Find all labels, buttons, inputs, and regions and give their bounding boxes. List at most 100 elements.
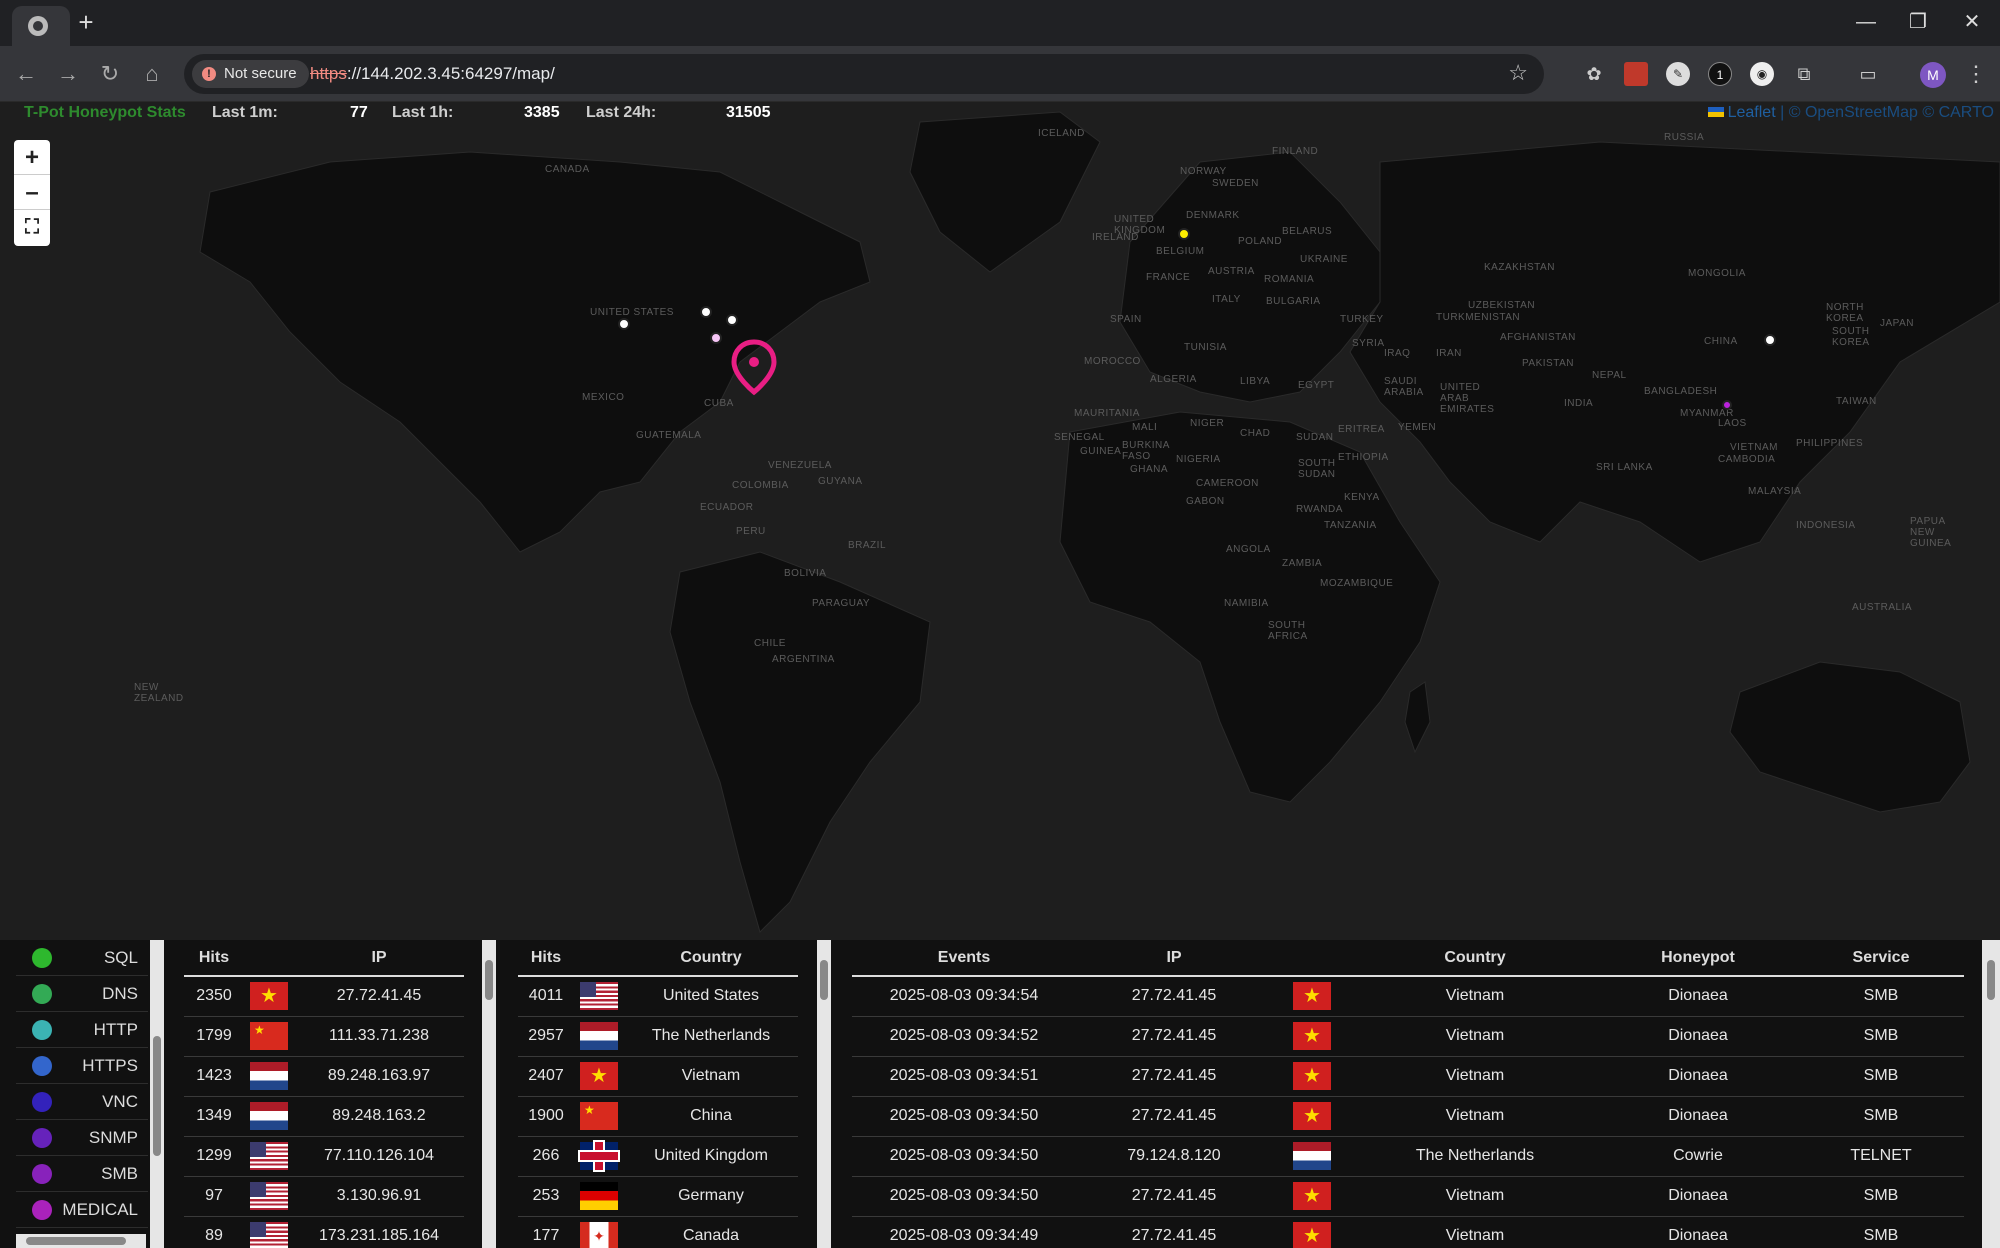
table-row[interactable]: 177 Canada <box>518 1216 798 1248</box>
honeypot-location-pin-icon[interactable] <box>730 338 778 396</box>
scroll-thumb[interactable] <box>153 1036 161 1156</box>
label-pakistan: PAKISTAN <box>1522 358 1574 369</box>
hits-cell: 253 <box>518 1176 574 1217</box>
country-cell: Canada <box>624 1216 798 1248</box>
security-chip[interactable]: ! Not secure <box>192 60 309 88</box>
label-malaysia: MALAYSIA <box>1748 486 1802 497</box>
label-tanzania: TANZANIA <box>1324 520 1377 531</box>
table-row[interactable]: 2350 27.72.41.45 <box>184 976 464 1017</box>
label-argentina: ARGENTINA <box>772 654 835 665</box>
url-scheme: https <box>310 64 347 83</box>
table-row[interactable]: 4011 United States <box>518 976 798 1017</box>
vn-flag-icon <box>1293 1062 1331 1090</box>
scroll-thumb[interactable] <box>820 960 828 1000</box>
new-tab-button[interactable]: + <box>72 8 100 36</box>
service-cell: SMB <box>1798 1016 1964 1057</box>
column-header: IP <box>1076 940 1272 977</box>
label-ukraine: UKRAINE <box>1300 254 1348 265</box>
table-row[interactable]: 2957 The Netherlands <box>518 1016 798 1057</box>
edit-extension-icon[interactable]: ✎ <box>1666 62 1690 86</box>
profile-avatar[interactable]: M <box>1920 62 1946 88</box>
scroll-thumb[interactable] <box>26 1237 126 1245</box>
service-cell: SMB <box>1798 1096 1964 1137</box>
reload-icon[interactable]: ↻ <box>96 60 124 88</box>
leaflet-link[interactable]: Leaflet <box>1728 104 1776 121</box>
attack-dot[interactable] <box>700 306 712 318</box>
attack-dot[interactable] <box>1764 334 1776 346</box>
ip-cell: 173.231.185.164 <box>294 1216 464 1248</box>
ca-flag-icon <box>580 1222 618 1248</box>
table-row[interactable]: 2407 Vietnam <box>518 1056 798 1097</box>
events-panel-scrollbar[interactable] <box>1982 940 2000 1248</box>
zoom-out-button[interactable]: – <box>14 175 50 210</box>
fullscreen-icon[interactable]: ⛶ <box>14 210 50 245</box>
legend-label: VNC <box>102 1092 138 1111</box>
scroll-thumb[interactable] <box>1987 960 1995 1000</box>
ip-panel-scrollbar[interactable] <box>482 940 496 1248</box>
table-row[interactable]: 1799 111.33.71.238 <box>184 1016 464 1057</box>
attack-dot[interactable] <box>710 332 722 344</box>
url-rest: ://144.202.3.45:64297/map/ <box>346 64 555 83</box>
country-panel-scrollbar[interactable] <box>817 940 831 1248</box>
map-attribution: Leaflet | © OpenStreetMap © CARTO <box>1707 104 1994 122</box>
table-row[interactable]: 1900 China <box>518 1096 798 1137</box>
hits-cell: 1799 <box>184 1016 244 1057</box>
forward-icon[interactable]: → <box>54 60 82 88</box>
attack-dot[interactable] <box>1722 400 1732 410</box>
table-row[interactable]: 2025-08-03 09:34:50 79.124.8.120 The Nethe… <box>852 1136 1964 1177</box>
label-laos: LAOS <box>1718 418 1747 429</box>
honeypot-cell: Dionaea <box>1598 1216 1798 1248</box>
bookmark-star-icon[interactable]: ☆ <box>1508 60 1528 86</box>
table-row[interactable]: 97 3.130.96.91 <box>184 1176 464 1217</box>
table-row[interactable]: 1299 77.110.126.104 <box>184 1136 464 1177</box>
close-icon[interactable]: ✕ <box>1952 8 1992 36</box>
table-row[interactable]: 2025-08-03 09:34:5127.72.41.45 VietnamDio… <box>852 1056 1964 1097</box>
label-iran: IRAN <box>1436 348 1462 359</box>
kebab-menu-icon[interactable]: ⋮ <box>1964 58 1988 90</box>
legend-color-icon <box>32 1020 52 1040</box>
table-row[interactable]: 2025-08-03 09:34:5027.72.41.45 VietnamDio… <box>852 1176 1964 1217</box>
country-cell: Vietnam <box>1352 1216 1598 1248</box>
active-tab[interactable] <box>12 6 70 46</box>
service-cell: SMB <box>1798 976 1964 1017</box>
legend-item-dns: DNS <box>16 976 148 1012</box>
table-row[interactable]: 89 173.231.185.164 <box>184 1216 464 1248</box>
table-row[interactable]: 2025-08-03 09:34:5427.72.41.45 VietnamDio… <box>852 976 1964 1017</box>
cast-icon[interactable]: ▭ <box>1856 62 1880 86</box>
bookmark-extension-icon[interactable] <box>1624 62 1648 86</box>
spy-extension-icon[interactable]: ◉ <box>1750 62 1774 86</box>
attack-dot[interactable] <box>1178 228 1190 240</box>
minimize-icon[interactable]: — <box>1846 8 1886 36</box>
label-guinea: GUINEA <box>1080 446 1122 457</box>
label-france: FRANCE <box>1146 272 1191 283</box>
us-flag-icon <box>250 1222 288 1248</box>
attribution-text[interactable]: | © OpenStreetMap © CARTO <box>1776 104 1994 121</box>
legend-color-icon <box>32 1056 52 1076</box>
legend-scrollbar[interactable] <box>150 940 164 1248</box>
table-row[interactable]: 253 Germany <box>518 1176 798 1217</box>
attack-dot[interactable] <box>618 318 630 330</box>
address-bar[interactable]: ! Not secure https://144.202.3.45:64297/… <box>184 54 1544 94</box>
home-icon[interactable]: ⌂ <box>138 60 166 88</box>
url-text[interactable]: https://144.202.3.45:64297/map/ <box>310 54 555 94</box>
extension-icon[interactable]: ✿ <box>1582 62 1606 86</box>
password-extension-icon[interactable]: 1 <box>1708 62 1732 86</box>
table-row[interactable]: 2025-08-03 09:34:5227.72.41.45 VietnamDio… <box>852 1016 1964 1057</box>
table-row[interactable]: 266 United Kingdom <box>518 1136 798 1177</box>
restore-icon[interactable]: ❐ <box>1898 8 1938 36</box>
back-icon[interactable]: ← <box>12 60 40 88</box>
event-time-cell: 2025-08-03 09:34:54 <box>852 976 1076 1017</box>
scroll-thumb[interactable] <box>485 960 493 1000</box>
puzzle-icon[interactable]: ⧉ <box>1792 62 1816 86</box>
legend-horizontal-scrollbar[interactable] <box>16 1234 146 1248</box>
label-mongolia: MONGOLIA <box>1688 268 1746 279</box>
attack-map[interactable]: CANADA UNITED STATES MEXICO CUBA GUATEMA… <box>0 102 2000 940</box>
table-row[interactable]: 2025-08-03 09:34:4927.72.41.45 VietnamDio… <box>852 1216 1964 1248</box>
table-row[interactable]: 2025-08-03 09:34:5027.72.41.45 VietnamDio… <box>852 1096 1964 1137</box>
attack-dot[interactable] <box>726 314 738 326</box>
table-row[interactable]: 1423 89.248.163.97 <box>184 1056 464 1097</box>
zoom-in-button[interactable]: + <box>14 140 50 175</box>
label-iceland: ICELAND <box>1038 128 1085 139</box>
legend-item-http: HTTP <box>16 1012 148 1048</box>
table-row[interactable]: 1349 89.248.163.2 <box>184 1096 464 1137</box>
